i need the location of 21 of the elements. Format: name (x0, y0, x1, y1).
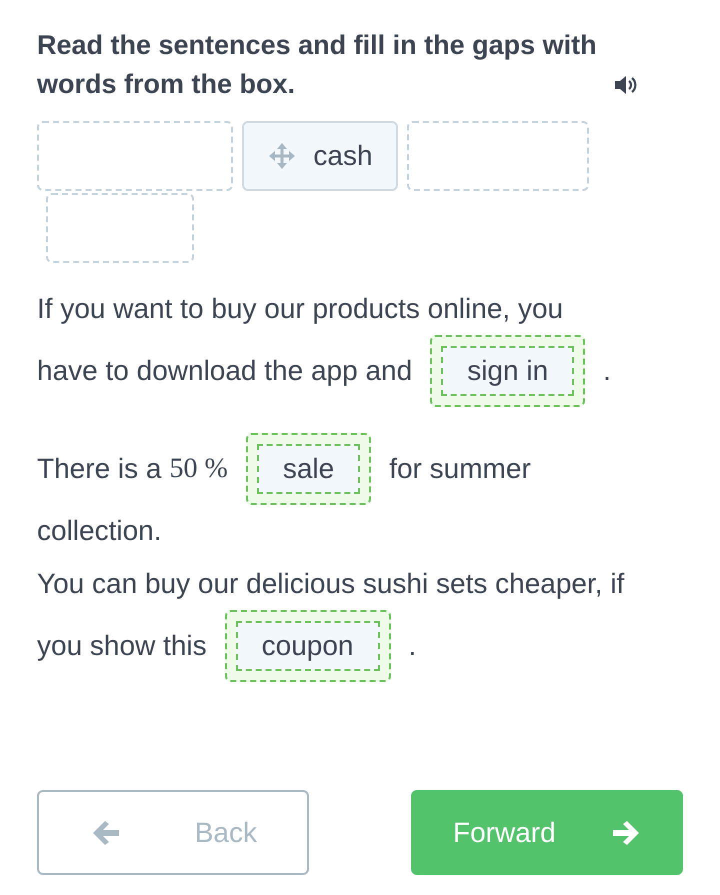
sentence-text: You can buy our delicious sushi sets cheaper, if (37, 567, 624, 601)
sentence-text: If you want to buy our products online, you (37, 292, 564, 326)
answer-gap[interactable]: sale (246, 433, 372, 505)
left-arrow-icon (91, 820, 121, 846)
sentence-text: collection. (37, 514, 162, 548)
sentence-text: . (603, 354, 611, 388)
instruction-text: Read the sentences and fill in the gaps with words from the box. (37, 29, 598, 101)
right-arrow-icon (611, 820, 641, 846)
percentage-formula: 50 % (170, 452, 228, 486)
word-slot[interactable] (46, 193, 194, 263)
answer-gap[interactable]: sign in (430, 335, 586, 407)
sentence-text: . (408, 629, 416, 663)
move-icon (267, 141, 298, 171)
sentence-text: for summer (389, 452, 531, 486)
answer-gap[interactable]: coupon (224, 610, 391, 682)
word-slot[interactable] (37, 121, 233, 191)
sentence-text: There is a (37, 452, 162, 486)
sentence-text: have to download the app and (37, 354, 412, 388)
sentence-text: you show this (37, 629, 207, 663)
word-slot[interactable] (407, 121, 589, 191)
word-tile[interactable]: cash (242, 121, 398, 191)
